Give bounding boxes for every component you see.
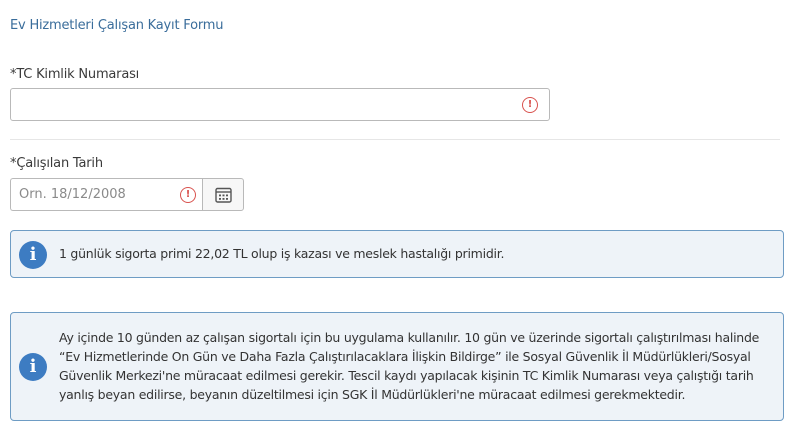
exclamation-circle-icon: ! <box>180 187 196 203</box>
divider <box>10 139 780 140</box>
date-label-text: Çalışılan Tarih <box>16 156 103 171</box>
calendar-button[interactable] <box>202 178 244 211</box>
date-input[interactable] <box>11 179 202 210</box>
tc-label: *TC Kimlik Numarası <box>10 67 139 82</box>
info-text-premium: 1 günlük sigorta primi 22,02 TL olup iş … <box>59 246 505 261</box>
date-field-group: ! <box>10 178 244 211</box>
tc-label-text: TC Kimlik Numarası <box>16 67 140 82</box>
tc-input-container: ! <box>10 88 550 121</box>
tc-input[interactable] <box>11 89 549 120</box>
info-box-premium: i 1 günlük sigorta primi 22,02 TL olup i… <box>10 230 784 278</box>
date-label: *Çalışılan Tarih <box>10 156 103 171</box>
info-icon: i <box>19 241 47 269</box>
info-box-usage: i Ay içinde 10 günden az çalışan sigorta… <box>10 312 784 421</box>
info-text-usage: Ay içinde 10 günden az çalışan sigortalı… <box>59 330 760 402</box>
exclamation-circle-icon: ! <box>522 97 538 113</box>
info-icon: i <box>19 353 47 381</box>
form-title: Ev Hizmetleri Çalışan Kayıt Formu <box>10 18 224 33</box>
calendar-icon <box>215 187 232 203</box>
date-input-container: ! <box>10 178 202 211</box>
